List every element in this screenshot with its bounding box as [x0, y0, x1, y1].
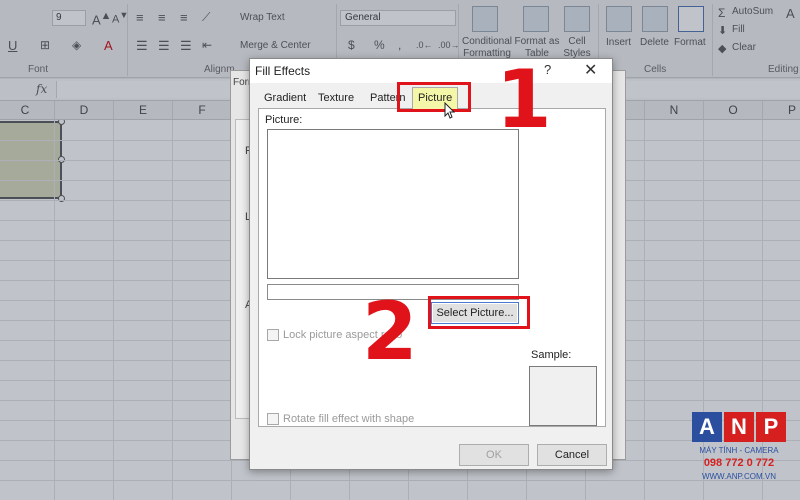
step2-highlight — [428, 296, 530, 329]
watermark-letter: A — [692, 412, 722, 442]
picture-preview — [267, 129, 519, 279]
dialog-title: Fill Effects — [255, 64, 311, 78]
tab-texture[interactable]: Texture — [312, 90, 360, 109]
mouse-cursor-icon — [444, 102, 456, 119]
step1-number: 1 — [496, 53, 552, 146]
sample-preview — [529, 366, 597, 426]
watermark-letter: P — [756, 412, 786, 442]
cancel-button[interactable]: Cancel — [537, 444, 607, 466]
rotate-fill-label: Rotate fill effect with shape — [283, 413, 415, 425]
ok-button[interactable]: OK — [459, 444, 529, 466]
picture-tab-panel: Picture: Select Picture... Lock picture … — [258, 109, 606, 427]
watermark-tagline: MÁY TÍNH - CAMERA — [699, 446, 779, 455]
anp-watermark-logo: A N P MÁY TÍNH - CAMERA 098 772 0 772 WW… — [690, 412, 788, 492]
sample-label: Sample: — [531, 349, 572, 361]
watermark-letter: N — [724, 412, 754, 442]
picture-label: Picture: — [265, 114, 303, 126]
watermark-site: WWW.ANP.COM.VN — [701, 472, 777, 481]
lock-aspect-checkbox[interactable] — [267, 329, 279, 341]
close-icon[interactable]: ✕ — [584, 60, 597, 80]
fill-effects-dialog: Fill Effects ? ✕ Gradient Texture Patter… — [249, 58, 613, 470]
rotate-fill-checkbox[interactable] — [267, 413, 279, 425]
dialog-titlebar[interactable]: Fill Effects ? ✕ — [250, 59, 612, 83]
step1-highlight — [397, 82, 471, 112]
step2-number: 2 — [362, 285, 418, 378]
tab-gradient[interactable]: Gradient — [258, 90, 312, 109]
watermark-phone: 098 772 0 772 — [703, 457, 775, 469]
